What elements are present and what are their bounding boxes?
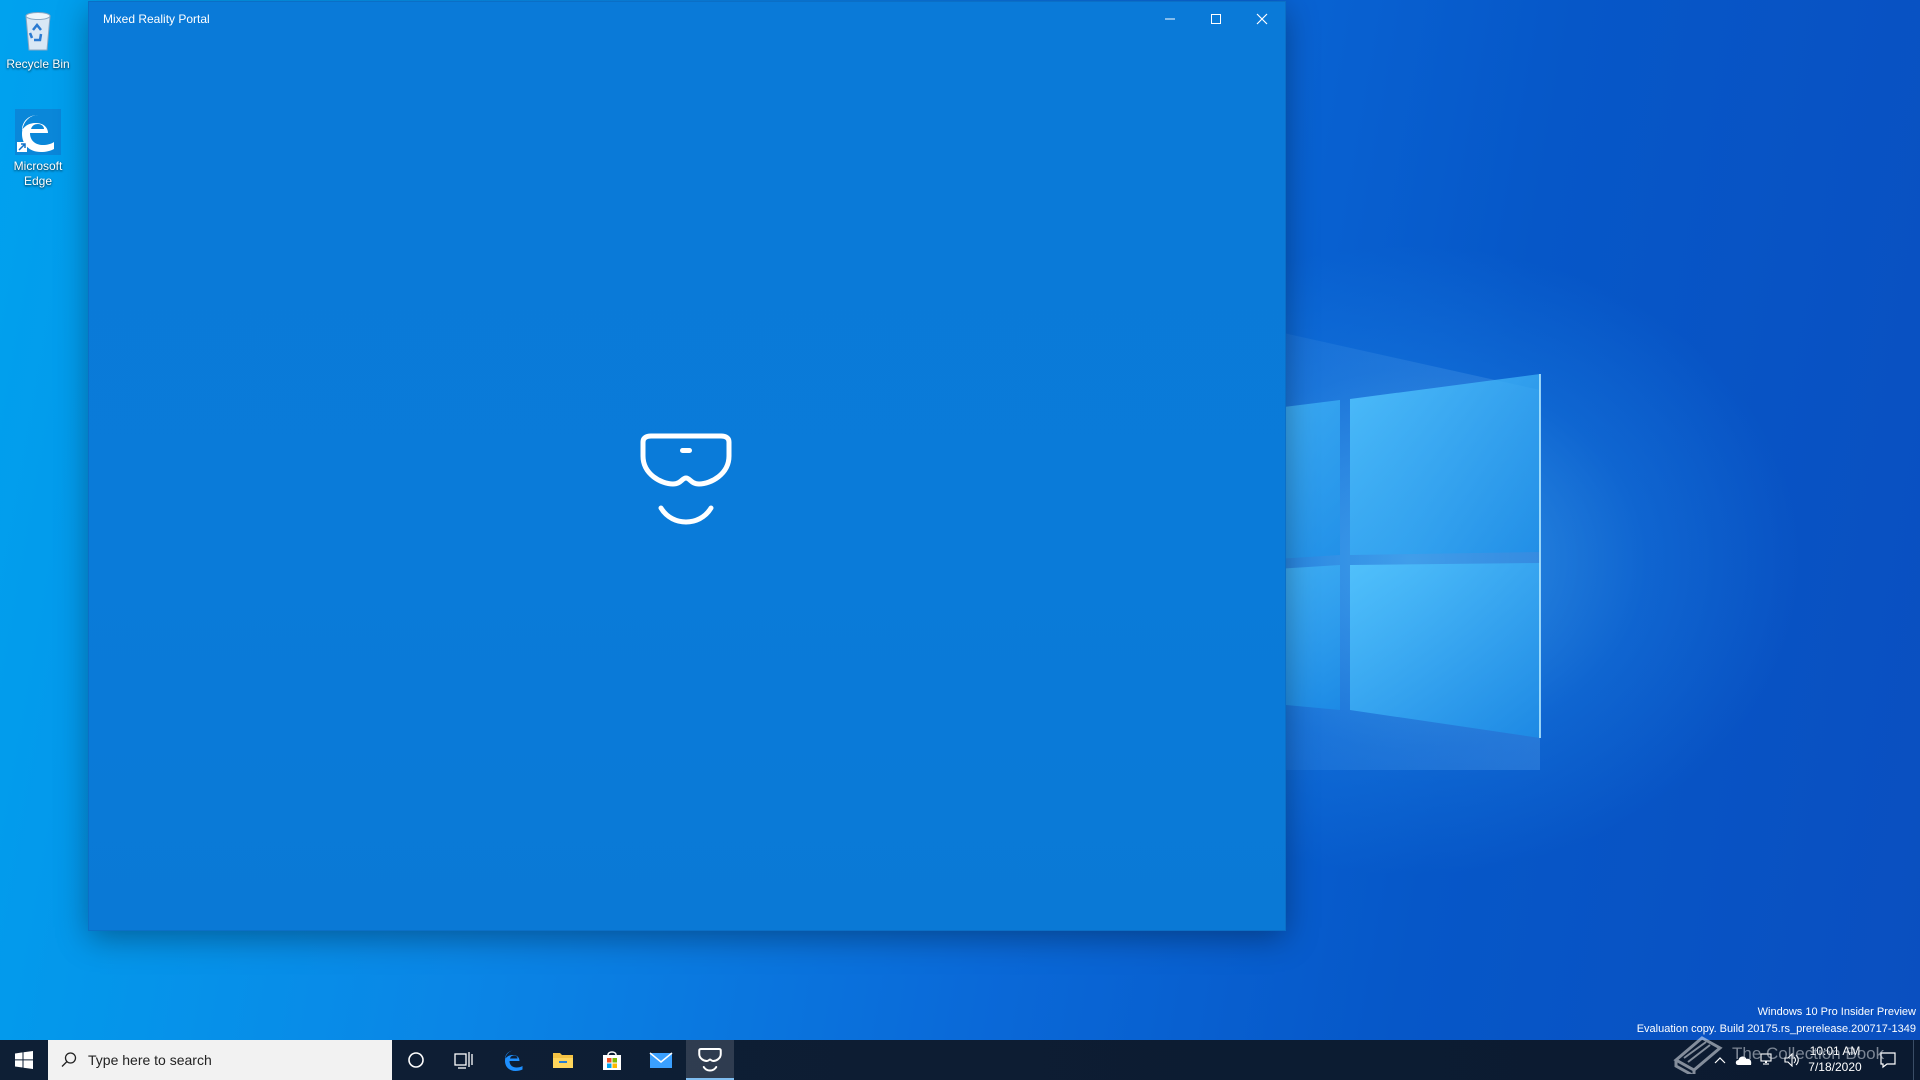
taskbar-mixed-reality-portal-button[interactable] xyxy=(686,1040,734,1080)
close-icon xyxy=(1256,13,1268,25)
title-bar[interactable]: Mixed Reality Portal xyxy=(89,2,1285,36)
cortana-button[interactable] xyxy=(392,1040,440,1080)
mixed-reality-headset-icon xyxy=(698,1048,722,1072)
watermark-line-1: Windows 10 Pro Insider Preview xyxy=(1757,1006,1916,1018)
edge-icon xyxy=(15,109,61,155)
window-title: Mixed Reality Portal xyxy=(103,12,210,26)
app-content xyxy=(89,36,1285,930)
collection-book-label: The Collection Book xyxy=(1732,1044,1885,1063)
collection-book-overlay: The Collection Book xyxy=(1672,1032,1912,1076)
minimize-button[interactable] xyxy=(1147,2,1193,36)
task-view-icon xyxy=(454,1052,473,1069)
desktop: Recycle Bin Microsoft Edge Mixed Reality… xyxy=(0,0,1920,1040)
book-icon xyxy=(1673,1036,1723,1074)
desktop-icon-edge[interactable]: Microsoft Edge xyxy=(4,108,72,189)
mixed-reality-portal-window: Mixed Reality Portal xyxy=(89,2,1285,930)
taskbar-edge-button[interactable] xyxy=(490,1040,538,1080)
desktop-icon-recycle-bin[interactable]: Recycle Bin xyxy=(4,6,72,72)
desktop-icon-label: Recycle Bin xyxy=(6,57,70,71)
start-button[interactable] xyxy=(0,1040,48,1080)
recycle-bin-icon xyxy=(25,12,51,51)
folder-icon xyxy=(553,1053,573,1068)
taskbar: Type here to search 10:01 AM 7/18/2020 xyxy=(0,1040,1920,1080)
windows-start-icon xyxy=(15,1051,33,1069)
file-explorer-button[interactable] xyxy=(538,1040,588,1080)
minimize-icon xyxy=(1165,18,1175,20)
search-placeholder: Type here to search xyxy=(88,1052,212,1068)
show-desktop-button[interactable] xyxy=(1913,1040,1920,1080)
search-icon xyxy=(61,1052,77,1067)
task-view-button[interactable] xyxy=(440,1040,488,1080)
taskbar-search-box[interactable]: Type here to search xyxy=(48,1040,392,1080)
mail-button[interactable] xyxy=(636,1040,686,1080)
maximize-icon xyxy=(1211,14,1221,24)
store-button[interactable] xyxy=(588,1040,636,1080)
store-icon xyxy=(603,1051,621,1070)
mail-icon xyxy=(649,1052,673,1068)
maximize-button[interactable] xyxy=(1193,2,1239,36)
edge-icon xyxy=(505,1050,523,1071)
close-button[interactable] xyxy=(1239,2,1285,36)
cortana-icon xyxy=(408,1052,424,1068)
desktop-icon-label: Microsoft Edge xyxy=(13,159,63,188)
mixed-reality-headset-icon xyxy=(640,433,732,525)
